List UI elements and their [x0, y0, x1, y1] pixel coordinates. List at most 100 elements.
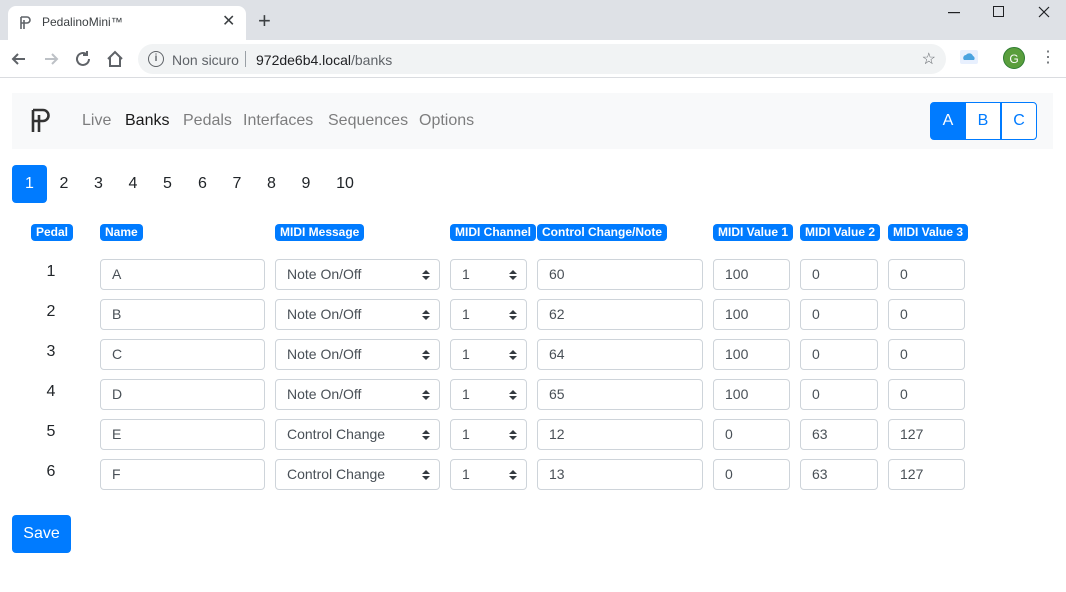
control-change-input[interactable]: 13: [537, 459, 703, 490]
browser-tab[interactable]: PedalinoMini™ ✕: [8, 6, 246, 40]
nav-options[interactable]: Options: [419, 112, 474, 130]
midi-value-2-input[interactable]: 0: [800, 379, 878, 410]
page-2[interactable]: 2: [47, 165, 81, 203]
tab-title: PedalinoMini™: [42, 15, 123, 29]
midi-value-2-input[interactable]: 63: [800, 459, 878, 490]
midi-value-1-input[interactable]: 100: [713, 379, 790, 410]
select-arrows-icon: [509, 270, 517, 280]
address-bar[interactable]: i Non sicuro 972de6b4.local/banks ☆: [138, 44, 946, 74]
midi-value-3-input[interactable]: 127: [888, 419, 965, 450]
control-change-input[interactable]: 12: [537, 419, 703, 450]
nav-interfaces[interactable]: Interfaces: [243, 112, 313, 130]
select-arrows-icon: [422, 310, 430, 320]
midi-value-1-input[interactable]: 0: [713, 459, 790, 490]
midi-channel-select[interactable]: 1: [450, 379, 527, 410]
midi-value-3-input[interactable]: 0: [888, 259, 965, 290]
control-change-input[interactable]: 65: [537, 379, 703, 410]
url-divider: [245, 51, 246, 67]
select-arrows-icon: [422, 390, 430, 400]
midi-channel-select[interactable]: 1: [450, 339, 527, 370]
name-input[interactable]: F: [100, 459, 265, 490]
nav-sequences[interactable]: Sequences: [328, 112, 408, 130]
page-9[interactable]: 9: [289, 165, 323, 203]
midi-value-2-input[interactable]: 0: [800, 299, 878, 330]
midi-message-select[interactable]: Note On/Off: [275, 339, 440, 370]
midi-value-1-input[interactable]: 100: [713, 299, 790, 330]
midi-channel-select[interactable]: 1: [450, 459, 527, 490]
home-icon[interactable]: [104, 48, 126, 70]
nav-live[interactable]: Live: [82, 112, 111, 130]
reload-icon[interactable]: [72, 48, 94, 70]
midi-value-3-input[interactable]: 0: [888, 299, 965, 330]
pedal-number: 6: [46, 463, 56, 480]
midi-value-3-input[interactable]: 0: [888, 339, 965, 370]
forward-icon[interactable]: [40, 48, 62, 70]
page-6[interactable]: 6: [185, 165, 220, 203]
select-arrows-icon: [422, 470, 430, 480]
midi-value-2-input[interactable]: 0: [800, 339, 878, 370]
select-arrows-icon: [509, 390, 517, 400]
bookmark-star-icon[interactable]: ☆: [922, 49, 936, 69]
page-3[interactable]: 3: [81, 165, 116, 203]
app-navbar: Live Banks Pedals Interfaces Sequences O…: [12, 93, 1053, 149]
midi-value-2-input[interactable]: 63: [800, 419, 878, 450]
new-tab-icon[interactable]: +: [258, 10, 271, 32]
header-name: Name: [100, 224, 143, 241]
pedal-number: 3: [46, 343, 56, 360]
midi-value-1-input[interactable]: 100: [713, 259, 790, 290]
page-1[interactable]: 1: [12, 165, 47, 203]
header-midi-message: MIDI Message: [275, 224, 365, 241]
nav-banks[interactable]: Banks: [125, 112, 169, 130]
control-change-input[interactable]: 60: [537, 259, 703, 290]
header-control-change-note: Control Change/Note: [537, 224, 667, 241]
name-input[interactable]: E: [100, 419, 265, 450]
pedal-number: 4: [46, 383, 56, 400]
control-change-input[interactable]: 64: [537, 339, 703, 370]
midi-value-3-input[interactable]: 127: [888, 459, 965, 490]
name-input[interactable]: D: [100, 379, 265, 410]
midi-message-select[interactable]: Control Change: [275, 419, 440, 450]
midi-message-select[interactable]: Note On/Off: [275, 379, 440, 410]
bank-a-button[interactable]: A: [930, 102, 966, 140]
page-10[interactable]: 10: [323, 165, 367, 203]
midi-value-1-input[interactable]: 0: [713, 419, 790, 450]
window-close-icon[interactable]: [1038, 6, 1050, 18]
menu-kebab-icon[interactable]: ⋮: [1040, 46, 1056, 70]
midi-channel-select[interactable]: 1: [450, 419, 527, 450]
nav-pedals[interactable]: Pedals: [183, 112, 232, 130]
select-arrows-icon: [422, 270, 430, 280]
back-icon[interactable]: [8, 48, 30, 70]
midi-message-select[interactable]: Control Change: [275, 459, 440, 490]
security-label: Non sicuro: [172, 52, 239, 68]
name-input[interactable]: C: [100, 339, 265, 370]
midi-channel-select[interactable]: 1: [450, 299, 527, 330]
midi-value-3-input[interactable]: 0: [888, 379, 965, 410]
close-tab-icon[interactable]: ✕: [222, 13, 235, 31]
bank-b-button[interactable]: B: [965, 102, 1001, 140]
midi-message-select[interactable]: Note On/Off: [275, 259, 440, 290]
midi-channel-select[interactable]: 1: [450, 259, 527, 290]
page-8[interactable]: 8: [254, 165, 289, 203]
header-pedal: Pedal: [31, 224, 74, 241]
select-arrows-icon: [509, 470, 517, 480]
midi-message-select[interactable]: Note On/Off: [275, 299, 440, 330]
browser-tab-bar: PedalinoMini™ ✕ +: [0, 0, 1066, 40]
name-input[interactable]: B: [100, 299, 265, 330]
pedalino-logo-icon[interactable]: [30, 107, 54, 135]
url-text[interactable]: 972de6b4.local/banks: [256, 52, 392, 68]
profile-avatar[interactable]: G: [1003, 47, 1025, 69]
midi-value-1-input[interactable]: 100: [713, 339, 790, 370]
minimize-icon[interactable]: [948, 12, 960, 14]
cloud-extension-icon[interactable]: [960, 50, 978, 64]
info-icon[interactable]: i: [148, 51, 164, 67]
page-4[interactable]: 4: [116, 165, 150, 203]
page-5[interactable]: 5: [150, 165, 185, 203]
save-button[interactable]: Save: [12, 515, 71, 553]
name-input[interactable]: A: [100, 259, 265, 290]
select-arrows-icon: [422, 430, 430, 440]
control-change-input[interactable]: 62: [537, 299, 703, 330]
page-7[interactable]: 7: [220, 165, 254, 203]
midi-value-2-input[interactable]: 0: [800, 259, 878, 290]
bank-c-button[interactable]: C: [1001, 102, 1037, 140]
maximize-icon[interactable]: [993, 6, 1004, 17]
